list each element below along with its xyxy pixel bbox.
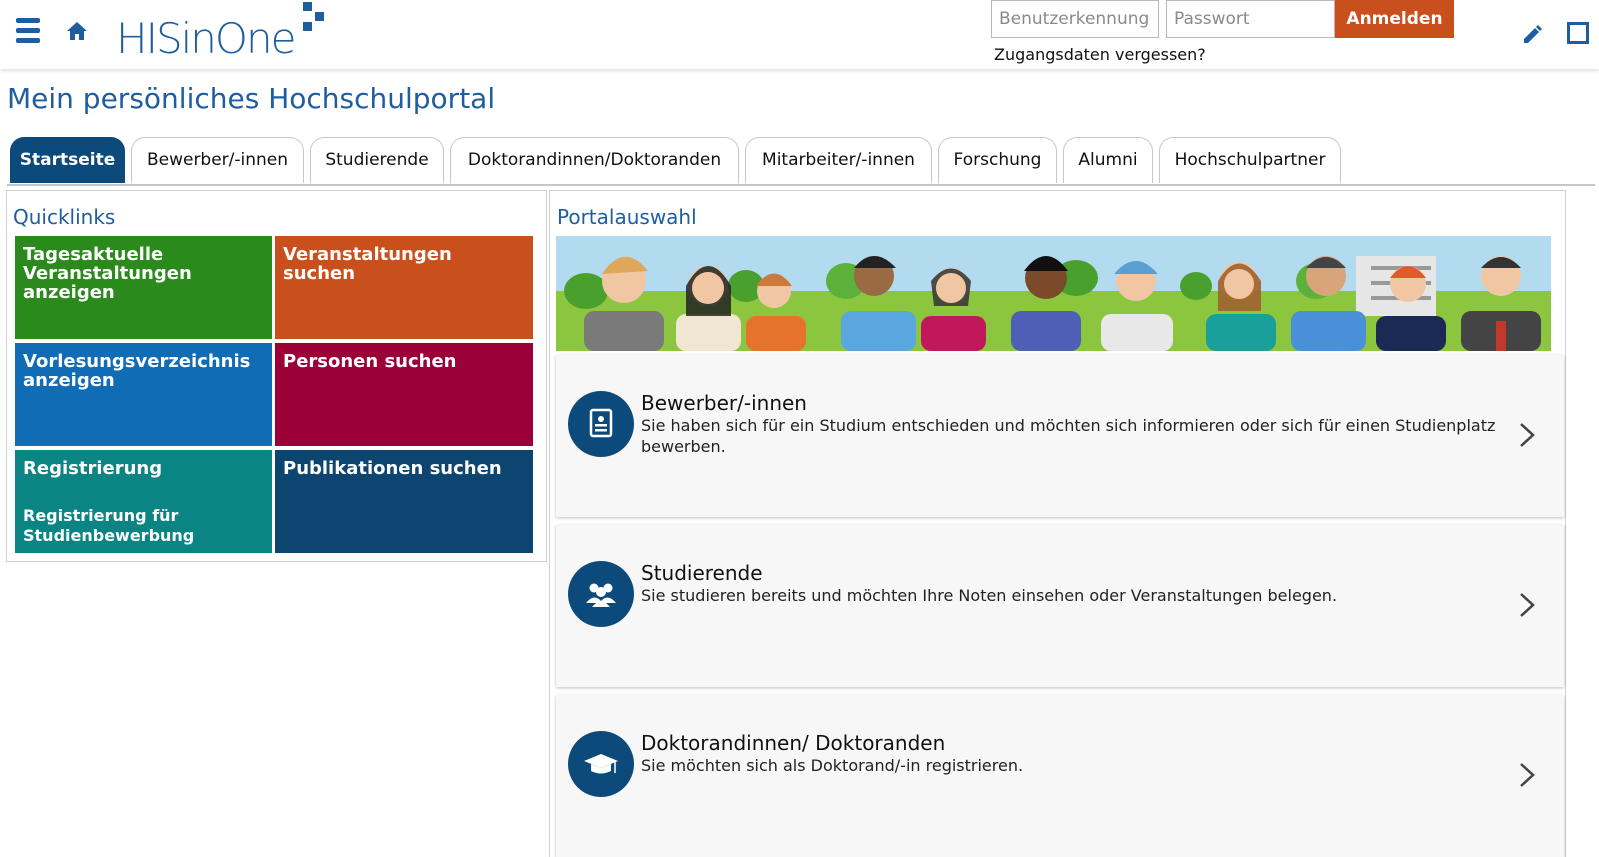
chevron-right-icon: [1520, 763, 1535, 787]
card-title: Bewerber/-innen: [641, 391, 807, 415]
tab-mitarbeiter[interactable]: Mitarbeiter/-innen: [745, 137, 932, 183]
chevron-right-icon: [1520, 593, 1535, 617]
fullscreen-icon[interactable]: [1567, 22, 1589, 44]
quicklink-publikationen-suchen[interactable]: Publikationen suchen: [275, 450, 533, 553]
username-input[interactable]: [991, 0, 1159, 38]
pencil-icon[interactable]: [1521, 22, 1543, 44]
students-icon: [568, 561, 634, 627]
quicklinks-title: Quicklinks: [13, 205, 116, 229]
forgot-credentials-link[interactable]: Zugangsdaten vergessen?: [994, 45, 1206, 64]
tab-doktoranden[interactable]: Doktorandinnen/Doktoranden: [450, 137, 739, 183]
quicklink-vorlesungsverzeichnis[interactable]: Vorlesungsverzeichnis anzeigen: [15, 343, 272, 446]
tab-studierende[interactable]: Studierende: [310, 137, 444, 183]
portal-card-doktoranden[interactable]: Doktorandinnen/ Doktoranden Sie möchten …: [556, 695, 1564, 857]
quicklink-label: Vorlesungsverzeichnis anzeigen: [23, 351, 251, 391]
quicklink-label: Veranstaltungen suchen: [283, 244, 452, 284]
tab-hochschulpartner[interactable]: Hochschulpartner: [1159, 137, 1341, 183]
quicklink-registrierung[interactable]: Registrierung Registrierung für Studienb…: [15, 450, 272, 553]
logo-text: HISinOne: [116, 14, 296, 63]
tab-bewerber[interactable]: Bewerber/-innen: [131, 137, 304, 183]
chevron-right-icon: [1520, 423, 1535, 447]
quicklink-veranstaltungen-suchen[interactable]: Veranstaltungen suchen: [275, 236, 533, 339]
quicklink-label: Registrierung: [23, 458, 163, 479]
card-description: Sie studieren bereits und möchten Ihre N…: [641, 586, 1338, 605]
hamburger-menu-icon[interactable]: [16, 18, 40, 44]
card-description: Sie haben sich für ein Studium entschied…: [641, 416, 1496, 456]
portal-title: Portalauswahl: [557, 205, 697, 229]
logo-mark-icon: [303, 2, 337, 34]
quicklink-personen-suchen[interactable]: Personen suchen: [275, 343, 533, 446]
quicklink-label: Personen suchen: [283, 351, 457, 372]
page-title: Mein persönliches Hochschulportal: [7, 82, 496, 115]
login-button[interactable]: Anmelden: [1335, 0, 1454, 38]
tab-startseite[interactable]: Startseite: [10, 137, 125, 183]
password-input[interactable]: [1166, 0, 1335, 38]
portal-card-studierende[interactable]: Studierende Sie studieren bereits und mö…: [556, 525, 1564, 687]
card-title: Studierende: [641, 561, 763, 585]
logo[interactable]: HISinOne: [116, 14, 296, 64]
top-bar: HISinOne Anmelden Zugangsdaten vergessen…: [0, 0, 1599, 69]
portal-banner-image: [556, 236, 1551, 351]
document-icon: [568, 391, 634, 457]
quicklink-label: Tagesaktuelle Veranstaltungen anzeigen: [23, 244, 192, 303]
tab-forschung[interactable]: Forschung: [938, 137, 1057, 183]
graduation-cap-icon: [568, 731, 634, 797]
quicklink-label: Publikationen suchen: [283, 458, 502, 479]
home-icon[interactable]: [66, 20, 88, 42]
card-title: Doktorandinnen/ Doktoranden: [641, 731, 946, 755]
card-description: Sie möchten sich als Doktorand/-in regis…: [641, 756, 1024, 775]
tabs-divider: [7, 184, 1595, 186]
tab-alumni[interactable]: Alumni: [1063, 137, 1153, 183]
quicklink-sublabel: Registrierung für Studienbewerbung: [23, 506, 195, 545]
portal-card-bewerber[interactable]: Bewerber/-innen Sie haben sich für ein S…: [556, 355, 1564, 517]
quicklink-tagesaktuelle-veranstaltungen[interactable]: Tagesaktuelle Veranstaltungen anzeigen: [15, 236, 272, 339]
